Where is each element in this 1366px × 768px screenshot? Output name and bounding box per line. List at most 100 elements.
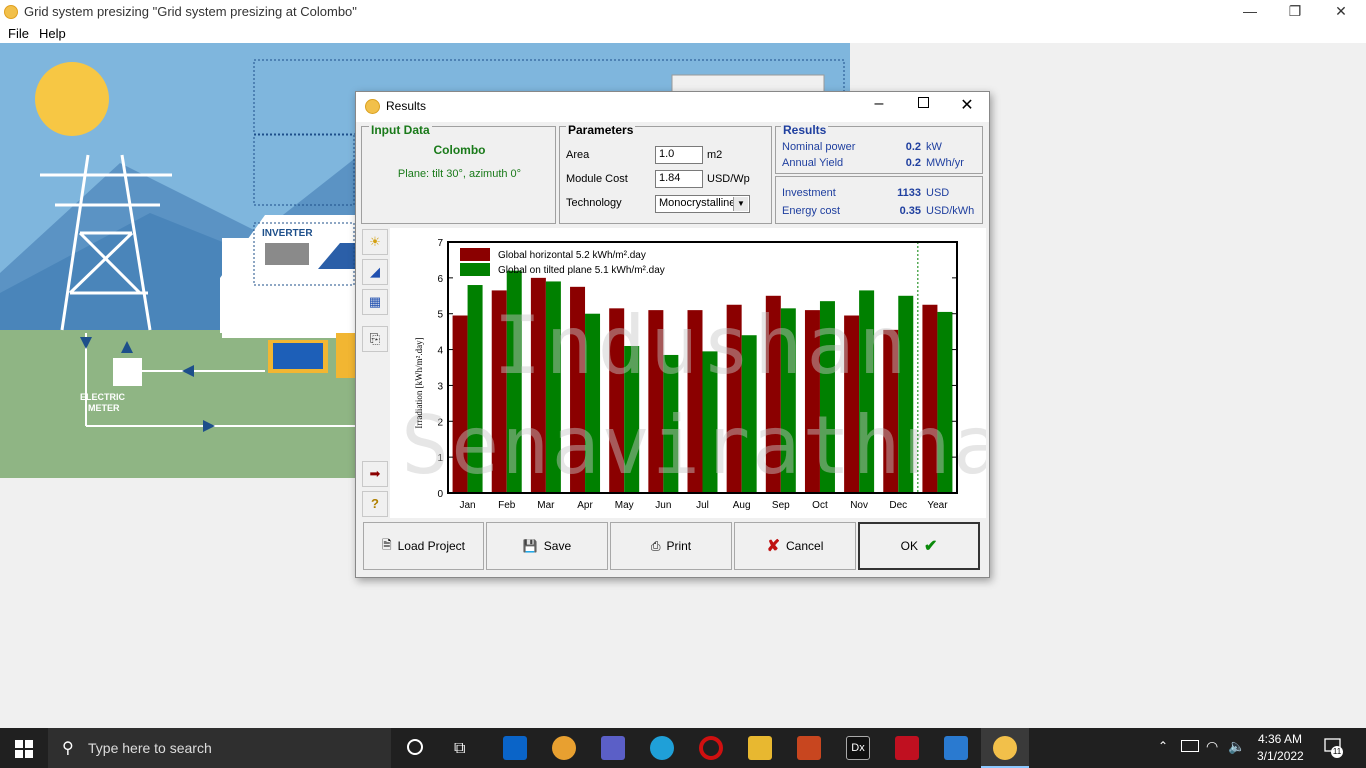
help-icon[interactable]: ?: [362, 491, 388, 517]
results-header: Results: [781, 123, 829, 137]
dialog-title: Results: [386, 99, 427, 113]
x-tick-label: Jun: [655, 500, 671, 511]
y-axis-label: Irradiation [kWh/m².day]: [414, 337, 424, 428]
technology-label: Technology: [566, 197, 622, 209]
save-icon: 💾: [522, 539, 538, 553]
chevron-up-icon[interactable]: ⌃: [1158, 739, 1168, 753]
battery-icon[interactable]: [1181, 740, 1199, 752]
pvsyst-taskbar-button[interactable]: [981, 728, 1029, 768]
sketchup-icon[interactable]: [944, 736, 968, 760]
dialog-title-bar: Results – ✕: [356, 92, 989, 122]
load-project-button[interactable]: 🗎 Load Project: [363, 522, 484, 570]
dx-app-icon[interactable]: Dx: [846, 736, 870, 760]
legend-swatch: [460, 248, 490, 261]
module-cost-label: Module Cost: [566, 173, 628, 185]
chevron-down-icon[interactable]: ▼: [733, 197, 748, 211]
energy-cost-unit: USD/kWh: [926, 205, 975, 217]
dialog-minimize-button[interactable]: –: [864, 95, 894, 119]
arrow-icon[interactable]: ➡: [362, 461, 388, 487]
menu-file[interactable]: File: [8, 26, 29, 41]
window-title: Grid system presizing "Grid system presi…: [24, 4, 357, 19]
cortana-icon[interactable]: [407, 739, 423, 755]
nominal-power-value: 0.2: [905, 141, 921, 153]
x-tick-label: Feb: [498, 500, 516, 511]
menu-help[interactable]: Help: [39, 26, 66, 41]
ok-button[interactable]: OK ✔: [858, 522, 980, 570]
cancel-label: Cancel: [786, 539, 824, 553]
cost-panel: Investment 1133 USD Energy cost 0.35 USD…: [775, 176, 983, 224]
dialog-app-icon: [365, 99, 380, 114]
minimize-button[interactable]: —: [1227, 0, 1273, 24]
nominal-power-label: Nominal power: [782, 141, 856, 153]
volume-icon[interactable]: 🔈: [1228, 738, 1245, 755]
dialog-maximize-button[interactable]: [908, 97, 938, 121]
menu-bar: File Help: [0, 24, 1366, 43]
edge-icon[interactable]: [650, 736, 674, 760]
table-icon[interactable]: ▦: [362, 289, 388, 315]
task-view-icon[interactable]: ⧉: [454, 740, 465, 758]
y-tick-label: 5: [437, 310, 443, 321]
x-tick-label: May: [615, 500, 634, 511]
mail-icon[interactable]: [552, 736, 576, 760]
printer-icon: ⎙: [650, 538, 661, 553]
powerpoint-icon[interactable]: [797, 736, 821, 760]
opera-icon[interactable]: [699, 736, 723, 760]
tilt-chart-icon[interactable]: ◢: [362, 259, 388, 285]
watermark-text: Senavirathna: [401, 399, 986, 492]
dialog-close-button[interactable]: ✕: [952, 95, 982, 119]
autocad-icon[interactable]: [895, 736, 919, 760]
x-tick-label: Jan: [460, 500, 476, 511]
technology-select[interactable]: Monocrystalline ▼: [655, 195, 750, 213]
x-tick-label: Mar: [537, 500, 555, 511]
plane-orientation: Plane: tilt 30°, azimuth 0°: [397, 168, 522, 180]
annual-yield-value: 0.2: [905, 157, 921, 169]
investment-label: Investment: [782, 187, 836, 199]
cancel-button[interactable]: ✘ Cancel: [734, 522, 856, 570]
annual-yield-unit: MWh/yr: [926, 157, 964, 169]
x-tick-label: Nov: [850, 500, 868, 511]
y-tick-label: 6: [437, 274, 443, 285]
load-project-label: Load Project: [397, 539, 466, 553]
sun-chart-icon[interactable]: ☀: [362, 229, 388, 255]
x-tick-label: Apr: [577, 500, 593, 511]
windows-start-icon[interactable]: [15, 740, 33, 758]
y-tick-label: 7: [437, 238, 443, 249]
investment-value: 1133: [897, 187, 921, 199]
legend-label: Global horizontal 5.2 kWh/m².day: [498, 250, 646, 261]
save-button[interactable]: 💾 Save: [486, 522, 608, 570]
app-logo-icon: [4, 5, 18, 19]
search-icon: ⚲: [62, 740, 74, 757]
close-button[interactable]: ✕: [1318, 0, 1364, 24]
meter-label-2: METER: [88, 403, 120, 413]
location-name: Colombo: [433, 143, 486, 157]
x-tick-label: Jul: [696, 500, 709, 511]
watermark-text: Indushan: [493, 299, 910, 392]
nominal-power-unit: kW: [926, 141, 942, 153]
print-button[interactable]: ⎙ Print: [610, 522, 732, 570]
export-icon[interactable]: ⎘: [362, 326, 388, 352]
input-data-header: Input Data: [369, 123, 432, 137]
legend-label: Global on tilted plane 5.1 kWh/m².day: [498, 265, 665, 276]
outlook-icon[interactable]: [503, 736, 527, 760]
x-icon: ✘: [766, 538, 781, 555]
main-title-bar: Grid system presizing "Grid system presi…: [0, 0, 1366, 24]
module-cost-input[interactable]: 1.84: [655, 170, 703, 188]
results-panel: Results Nominal power 0.2 kW Annual Yiel…: [775, 123, 983, 174]
teams-icon[interactable]: [601, 736, 625, 760]
save-label: Save: [543, 539, 572, 553]
taskbar-search-box[interactable]: ⚲ Type here to search: [48, 728, 391, 768]
clock-date[interactable]: 3/1/2022: [1257, 749, 1304, 763]
legend-swatch: [460, 263, 490, 276]
restore-button[interactable]: ❐: [1272, 0, 1318, 24]
y-tick-label: 3: [437, 381, 443, 392]
notification-icon[interactable]: 11: [1324, 738, 1344, 758]
clock-time[interactable]: 4:36 AM: [1258, 732, 1302, 746]
x-tick-label: Oct: [812, 500, 828, 511]
print-label: Print: [666, 539, 692, 553]
annual-yield-label: Annual Yield: [782, 157, 844, 169]
area-input[interactable]: 1.0: [655, 146, 703, 164]
wifi-icon[interactable]: ◠: [1206, 738, 1218, 755]
technology-value: Monocrystalline: [659, 197, 736, 209]
file-explorer-icon[interactable]: [748, 736, 772, 760]
results-dialog: Results – ✕ Input Data Colombo Plane: ti…: [355, 91, 990, 578]
